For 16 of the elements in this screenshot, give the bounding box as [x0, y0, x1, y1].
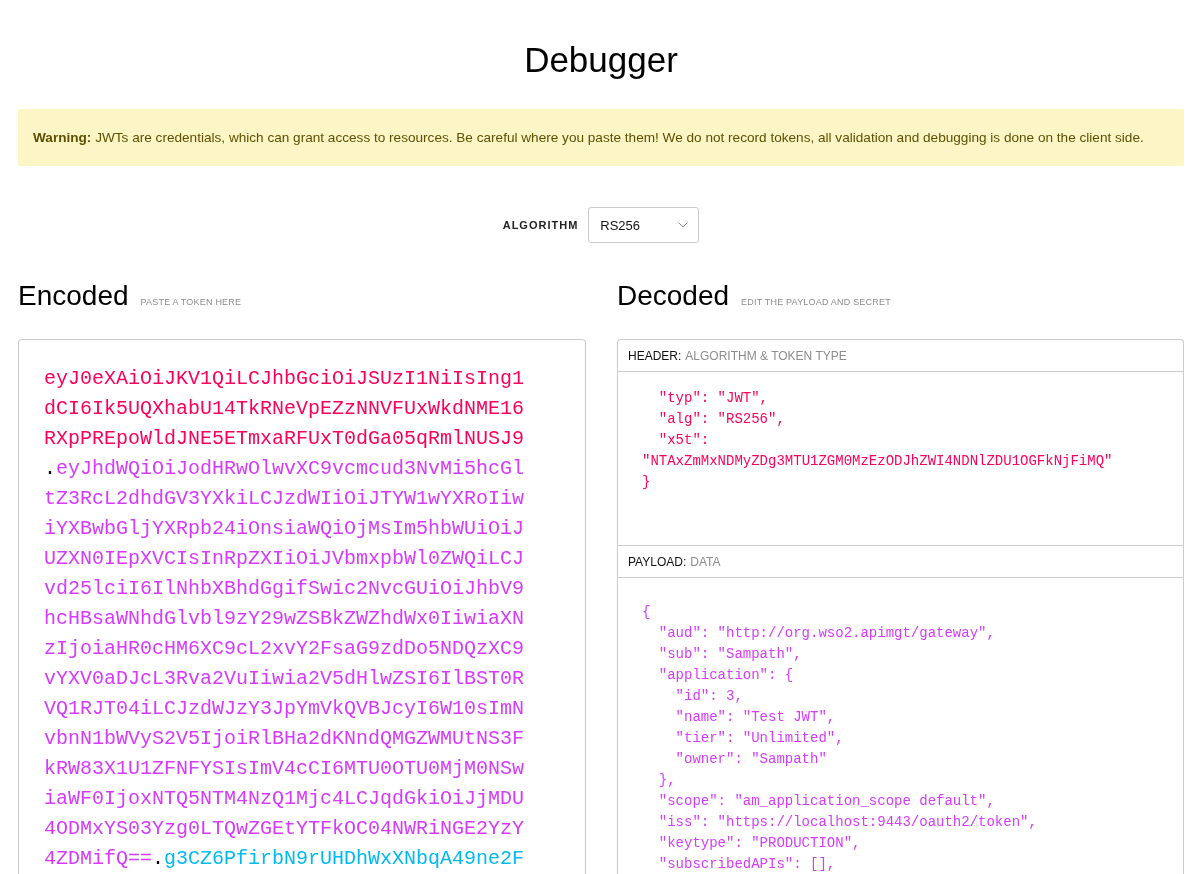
page-title: Debugger — [524, 39, 678, 81]
token-input-field[interactable]: eyJ0eXAiOiJKV1QiLCJhbGciOiJSUzI1NiIsIng1dCI6Ik5UQXhabU14TkRNeVpEZzNNVFUxWkdNME16RXpPREpoWldJNE5ETmxaRFUxT0dGa05qRmlNUSJ9 .eyJhdWQiOiJodHRwOlwvXC9vcmcud3NvMi5hcGltZ3RcL2dhdGV3YXkiLCJzdWIiOiJTYW1wYXRoIiwiYXBwbGljYXRpb24iOnsiaWQiOjMsIm5hbWUiOiJUZXN0IEpXVCIsInRpZXIiOiJVbmxpbWl0ZWQiLCJvd25lciI6IlNhbXBhdGgifSwic2NvcGUiOiJhbV9hcHBsaWNhdGlvbl9zY29wZSBkZWZhdWx0IiwiaXNzIjoiaHR0cHM6XC9cL2xvY2FsaG9zdDo5NDQzXC9vYXV0aDJcL3Rva2VuIiwia2V5dHlwZSI6IlBST0RVQ1RJT04iLCJzdWJzY3JpYmVkQVBJcyI6W10sImNvbnN1bWVyS2V5IjoiRlBHa2dKNndQMGZWMUtNS3FkRW83X1U1ZFNFYSIsImV4cCI6MTU0OTU0MjM0NSwiaWF0IjoxNTQ5NTM4NzQ1Mjc4LCJqdGkiOiJjMDU4ODMxYS03Yzg0LTQwZGEtYTFkOC04NWRiNGE2YzY4ZDMifQ==.g3CZ6PfirbN9rUHDhWxXNbqA49ne2F — [18, 339, 586, 874]
encoded-heading: Encoded — [18, 279, 129, 313]
section-label: PAYLOAD: — [628, 554, 687, 569]
payload-json-editor[interactable]: { "aud": "http://org.wso2.apimgt/gateway", "sub": "Sampath", "application": { "id": 3, "name": "Test JWT", "tier": "Unlimited", "owner": "Sampath" }, "scope": "am_application_scope default", "iss": "https://localhost:9443/oauth2/token", "keytype": "PRODUCTION", "subscribedAPIs": [], — [618, 578, 1183, 874]
algorithm-label: ALGORITHM — [502, 219, 579, 231]
decoded-heading: Decoded — [617, 279, 730, 313]
chevron-down-icon — [678, 222, 689, 228]
section-caption: ALGORITHM & TOKEN TYPE — [685, 348, 847, 363]
section-label: HEADER: — [628, 348, 682, 363]
encoded-hint: PASTE A TOKEN HERE — [140, 297, 242, 307]
algorithm-select[interactable]: RS256 — [588, 207, 700, 243]
warning-message: Warning: JWTs are credentials, which can grant access to resources. Be careful where you paste them! We do not record tokens, all validation and debugging is done on the client side. — [18, 109, 1184, 166]
decoded-hint: EDIT THE PAYLOAD AND SECRET — [741, 297, 891, 307]
section-caption: DATA — [690, 554, 721, 569]
header-json-editor[interactable]: "typ": "JWT", "alg": "RS256", "x5t": "NTAxZmMxNDMyZDg3MTU1ZGM0MzEzODJhZWI4NDNlZDU1OGFkNjFiMQ" } — [618, 372, 1183, 546]
